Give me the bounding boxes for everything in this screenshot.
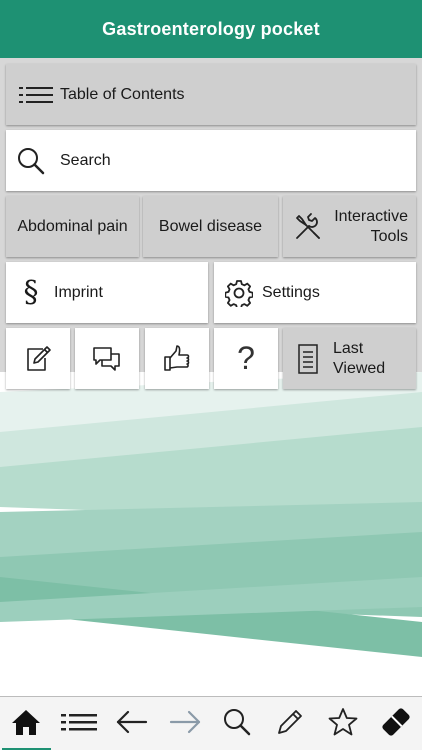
notes-button[interactable] [6, 328, 70, 389]
app-header: Gastroenterology pocket [0, 0, 422, 58]
thumbs-up-icon [162, 344, 192, 374]
list-icon [61, 713, 98, 736]
annotate-tab[interactable] [264, 697, 317, 750]
abdominal-pain-label: Abdominal pain [17, 217, 128, 235]
table-of-contents-button[interactable]: Table of Contents [6, 64, 416, 125]
home-tab[interactable] [0, 697, 53, 750]
forward-tab[interactable] [158, 697, 211, 750]
document-icon [297, 343, 319, 374]
gear-icon [224, 279, 254, 307]
help-button[interactable]: ? [214, 328, 278, 389]
back-tab[interactable] [106, 697, 159, 750]
home-icon [11, 708, 41, 741]
contents-tab[interactable] [53, 697, 106, 750]
bowel-disease-button[interactable]: Bowel disease [143, 196, 278, 257]
imprint-button[interactable]: § Imprint [6, 262, 208, 323]
feedback-button[interactable] [75, 328, 139, 389]
star-icon [328, 707, 358, 742]
interactive-tools-button[interactable]: Interactive Tools [283, 196, 416, 257]
tools-icon [293, 212, 323, 242]
interactive-tools-label: Interactive Tools [334, 207, 408, 245]
search-button[interactable]: Search [6, 130, 416, 191]
settings-button[interactable]: Settings [214, 262, 416, 323]
arrow-right-icon [169, 710, 201, 739]
app-title: Gastroenterology pocket [102, 18, 320, 39]
list-icon [19, 86, 53, 104]
imprint-label: Imprint [54, 283, 103, 301]
question-icon: ? [237, 340, 255, 376]
bowel-disease-label: Bowel disease [158, 217, 263, 235]
search-tab[interactable] [211, 697, 264, 750]
settings-label: Settings [262, 283, 320, 301]
background-stripes [0, 372, 422, 696]
search-icon [16, 146, 46, 176]
eraser-icon [380, 707, 412, 742]
search-icon [222, 707, 252, 742]
favorites-tab[interactable] [317, 697, 370, 750]
abdominal-pain-button[interactable]: Abdominal pain [6, 196, 139, 257]
search-label: Search [60, 151, 111, 169]
last-viewed-button[interactable]: Last Viewed [283, 328, 416, 389]
pencil-icon [275, 707, 305, 742]
bottom-toolbar [0, 696, 422, 750]
arrow-left-icon [116, 710, 148, 739]
clear-highlights-tab[interactable] [369, 697, 422, 750]
chat-icon [91, 344, 123, 374]
toc-label: Table of Contents [60, 85, 185, 103]
rate-button[interactable] [145, 328, 209, 389]
last-viewed-label: Last Viewed [333, 339, 386, 377]
note-edit-icon [23, 344, 53, 374]
paragraph-icon: § [23, 275, 39, 310]
